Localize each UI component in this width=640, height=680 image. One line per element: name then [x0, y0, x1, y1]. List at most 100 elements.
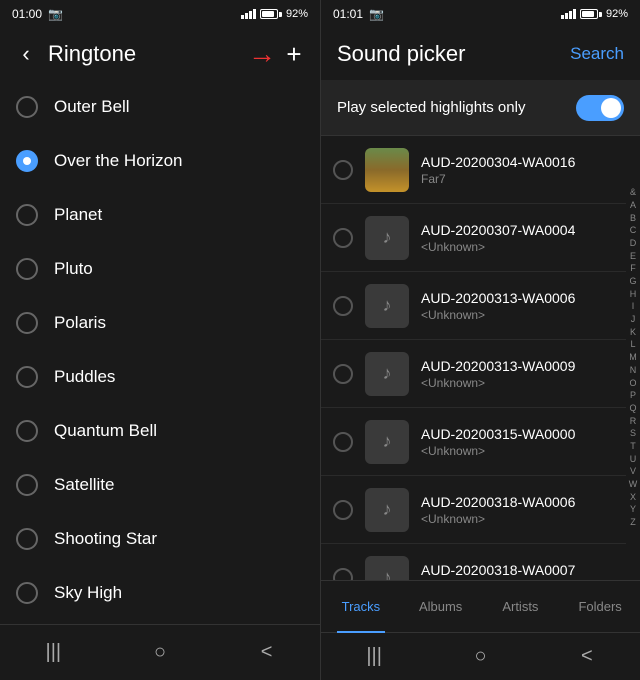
arrow-right-icon: → — [248, 38, 276, 70]
alpha-letter[interactable]: V — [630, 466, 636, 478]
sound-subtitle: <Unknown> — [421, 376, 614, 390]
alpha-letter[interactable]: I — [632, 301, 635, 313]
right-home-nav[interactable]: ○ — [460, 637, 500, 677]
alpha-letter[interactable]: O — [629, 378, 636, 390]
left-back-nav[interactable]: < — [247, 633, 287, 673]
sound-subtitle: <Unknown> — [421, 512, 614, 526]
sound-list-item[interactable]: ♪ AUD-20200318-WA0006 <Unknown> — [321, 476, 626, 544]
list-item[interactable]: Shooting Star — [0, 512, 320, 566]
list-item[interactable]: Planet — [0, 188, 320, 242]
alpha-letter[interactable]: C — [630, 225, 637, 237]
back-button[interactable]: ‹ — [8, 36, 44, 72]
alpha-letter[interactable]: B — [630, 213, 636, 225]
alpha-index: &ABCDEFGHIJKLMNOPQRSTUVWXYZ — [626, 136, 640, 580]
radio-circle — [16, 366, 38, 388]
list-item[interactable]: Polaris — [0, 296, 320, 350]
alpha-letter[interactable]: T — [630, 441, 636, 453]
list-item[interactable]: Sky High — [0, 566, 320, 620]
alpha-letter[interactable]: Y — [630, 504, 636, 516]
alpha-letter[interactable]: P — [630, 390, 636, 402]
sound-name: AUD-20200313-WA0006 — [421, 290, 614, 306]
ringtone-name: Over the Horizon — [54, 151, 183, 171]
tab-artists[interactable]: Artists — [481, 581, 561, 633]
tab-albums[interactable]: Albums — [401, 581, 481, 633]
radio-circle — [16, 582, 38, 604]
left-status-right: 92% — [241, 8, 308, 20]
right-battery-icon — [580, 9, 602, 19]
right-back-nav[interactable]: < — [567, 637, 607, 677]
toggle-label: Play selected highlights only — [337, 99, 525, 116]
alpha-letter[interactable]: U — [630, 454, 637, 466]
alpha-letter[interactable]: A — [630, 200, 636, 212]
sound-thumbnail: ♪ — [365, 420, 409, 464]
music-note-icon: ♪ — [383, 227, 392, 248]
ringtone-name: Sky High — [54, 583, 122, 603]
sound-list-item[interactable]: AUD-20200304-WA0016 Far7 — [321, 136, 626, 204]
highlight-toggle-row: Play selected highlights only — [321, 80, 640, 136]
sound-name: AUD-20200304-WA0016 — [421, 154, 614, 170]
alpha-letter[interactable]: D — [630, 238, 637, 250]
list-item[interactable]: Puddles — [0, 350, 320, 404]
alpha-letter[interactable]: H — [630, 289, 637, 301]
alpha-letter[interactable]: K — [630, 327, 636, 339]
alpha-letter[interactable]: Q — [629, 403, 636, 415]
list-item[interactable]: Over the Horizon — [0, 134, 320, 188]
sound-thumbnail: ♪ — [365, 556, 409, 581]
sound-list-item[interactable]: ♪AUD-20200315-WA0000<Unknown> — [321, 408, 626, 476]
left-status-bar: 01:00 📷 92% — [0, 0, 320, 28]
right-top-bar: Sound picker Search — [321, 28, 640, 80]
sound-radio — [333, 160, 353, 180]
alpha-letter[interactable]: G — [629, 276, 636, 288]
search-button[interactable]: Search — [570, 44, 624, 64]
right-bottom-nav: ||| ○ < — [321, 632, 640, 680]
list-item[interactable]: Outer Bell — [0, 80, 320, 134]
left-battery-icon — [260, 9, 282, 19]
alpha-letter[interactable]: J — [631, 314, 636, 326]
add-button[interactable]: + — [276, 36, 312, 72]
alpha-letter[interactable]: N — [630, 365, 637, 377]
left-signal-icon — [241, 9, 256, 19]
alpha-letter[interactable]: Z — [630, 517, 636, 529]
sound-thumbnail: ♪ — [365, 488, 409, 532]
alpha-letter[interactable]: M — [629, 352, 637, 364]
left-home-nav[interactable]: ○ — [140, 633, 180, 673]
list-item[interactable]: Satellite — [0, 458, 320, 512]
sound-thumbnail: ♪ — [365, 284, 409, 328]
sound-radio — [333, 364, 353, 384]
bottom-tabs: TracksAlbumsArtistsFolders — [321, 580, 640, 632]
left-menu-nav[interactable]: ||| — [33, 633, 73, 673]
alpha-letter[interactable]: S — [630, 428, 636, 440]
alpha-letter[interactable]: W — [629, 479, 638, 491]
alpha-letter[interactable]: F — [630, 263, 636, 275]
sound-list-item[interactable]: ♪AUD-20200313-WA0009<Unknown> — [321, 340, 626, 408]
tab-folders[interactable]: Folders — [560, 581, 640, 633]
right-menu-nav[interactable]: ||| — [354, 637, 394, 677]
alpha-letter[interactable]: X — [630, 492, 636, 504]
sound-list-item[interactable]: ♪AUD-20200318-WA0007<Unknown> — [321, 544, 626, 580]
radio-circle — [16, 474, 38, 496]
sound-info: AUD-20200307-WA0004<Unknown> — [421, 222, 614, 254]
alpha-letter[interactable]: R — [630, 416, 637, 428]
ringtone-list: Outer Bell Over the Horizon PlanetPlutoPol… — [0, 80, 320, 624]
left-panel: 01:00 📷 92% ‹ Ringtone → + Outer BellOve… — [0, 0, 320, 680]
tab-tracks[interactable]: Tracks — [321, 581, 401, 633]
alpha-letter[interactable]: E — [630, 251, 636, 263]
alpha-letter[interactable]: & — [630, 187, 636, 199]
left-status-left: 01:00 📷 — [12, 7, 63, 21]
sound-subtitle: Far7 — [421, 172, 614, 186]
alpha-letter[interactable]: L — [630, 339, 635, 351]
ringtone-name: Quantum Bell — [54, 421, 157, 441]
list-item[interactable]: Pluto — [0, 242, 320, 296]
sound-list-item[interactable]: ♪AUD-20200313-WA0006<Unknown> — [321, 272, 626, 340]
sound-thumbnail: ♪ — [365, 216, 409, 260]
sound-picker-title: Sound picker — [337, 41, 465, 67]
sound-thumbnail: ♪ — [365, 352, 409, 396]
radio-circle — [16, 204, 38, 226]
sound-list-item[interactable]: ♪ AUD-20200307-WA0004<Unknown> — [321, 204, 626, 272]
sound-radio — [333, 500, 353, 520]
sound-name: AUD-20200318-WA0006 — [421, 494, 614, 510]
music-note-icon: ♪ — [383, 567, 392, 580]
sound-name: AUD-20200307-WA0004 — [421, 222, 614, 238]
list-item[interactable]: Quantum Bell — [0, 404, 320, 458]
toggle-switch[interactable] — [576, 95, 624, 121]
